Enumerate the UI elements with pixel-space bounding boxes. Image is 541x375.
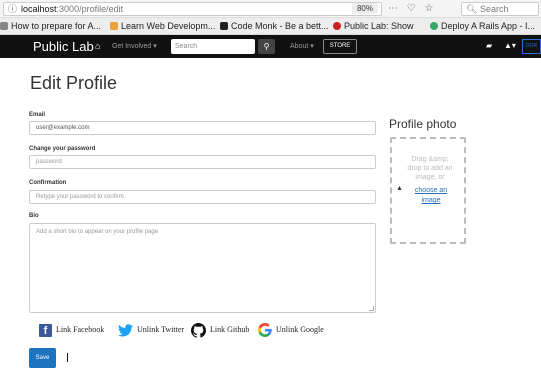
site-search-button[interactable]: ⚲ xyxy=(258,39,275,54)
page-title: Edit Profile xyxy=(30,73,118,93)
page-actions: ⋯ ♡ ☆ xyxy=(388,2,437,15)
about-menu[interactable]: About ▾ xyxy=(290,41,314,52)
bookmark-item[interactable]: Learn Web Developm... xyxy=(110,18,215,34)
home-icon[interactable]: ⌂ xyxy=(95,39,100,53)
get-involved-menu[interactable]: Get Involved ▾ xyxy=(112,41,157,52)
pocket-icon[interactable]: ♡ xyxy=(407,3,419,14)
bookmark-label: How to prepare for A... xyxy=(11,21,102,31)
url-host: localhost xyxy=(21,4,57,14)
url-bar[interactable]: ⓘ localhost:3000/profile/edit xyxy=(3,2,382,16)
info-icon[interactable]: ⓘ xyxy=(8,4,17,14)
google-link[interactable]: Unlink Google xyxy=(258,322,324,338)
password-field[interactable]: password xyxy=(29,155,376,169)
browser-search-input[interactable]: 🔍︎ Search xyxy=(461,2,539,16)
github-icon xyxy=(191,322,206,338)
github-label: Link Github xyxy=(210,325,250,334)
bookmark-page-icon xyxy=(110,22,118,30)
bookmark-page-icon xyxy=(0,22,8,30)
email-field[interactable]: user@example.com xyxy=(29,121,376,135)
email-label: Email xyxy=(29,112,46,118)
text-cursor xyxy=(67,353,68,362)
google-icon xyxy=(258,323,272,338)
bio-label: Bio xyxy=(29,213,39,219)
store-button[interactable]: STORE xyxy=(323,39,357,54)
more-actions-icon[interactable]: ⋯ xyxy=(388,3,401,14)
facebook-link[interactable]: f Link Facebook xyxy=(39,322,104,338)
upload-icon: ▲ xyxy=(396,185,403,192)
bookmark-label: Public Lab: Show xyxy=(344,21,414,31)
browser-search-placeholder: Search xyxy=(479,4,509,14)
bookmark-page-icon xyxy=(220,22,228,30)
bio-placeholder: Add a short bio to appear on your profil… xyxy=(36,229,159,235)
github-link[interactable]: Link Github xyxy=(191,322,249,338)
site-search-input[interactable] xyxy=(171,39,255,54)
photo-dropzone[interactable]: Drag &amp; drop to add an image, or ▲ ch… xyxy=(390,137,466,244)
search-icon: ⚲ xyxy=(263,42,270,51)
search-icon: 🔍︎ xyxy=(466,4,478,14)
bookmark-page-icon xyxy=(430,22,438,30)
confirmation-field[interactable]: Retype your password to confirm xyxy=(29,190,376,204)
bookmark-label: Learn Web Developm... xyxy=(121,21,216,31)
bookmark-label: Code Monk - Be a bett... xyxy=(231,21,329,31)
save-button[interactable]: Save xyxy=(29,348,56,368)
bookmark-label: Deploy A Rails App - I... xyxy=(441,21,536,31)
twitter-label: Unlink Twitter xyxy=(137,325,185,334)
bookmark-star-icon[interactable]: ☆ xyxy=(425,3,437,14)
bookmark-item[interactable]: Deploy A Rails App - I... xyxy=(430,18,535,34)
bookmark-page-icon xyxy=(333,22,341,30)
bookmark-item[interactable]: Public Lab: Show xyxy=(333,18,414,34)
resize-handle[interactable] xyxy=(369,306,374,311)
google-label: Unlink Google xyxy=(276,325,324,334)
url-path: :3000/profile/edit xyxy=(56,4,124,14)
bio-textarea[interactable]: Add a short bio to appear on your profil… xyxy=(29,223,376,313)
bookmarks-bar: How to prepare for A... Learn Web Develo… xyxy=(0,18,541,35)
twitter-link[interactable]: Unlink Twitter xyxy=(118,322,184,338)
dashboard-button[interactable]: DOR xyxy=(522,39,541,54)
user-menu-icon[interactable]: ▲▾ xyxy=(504,40,516,52)
chat-icon[interactable]: ▰ xyxy=(486,40,492,52)
choose-image-link[interactable]: choose an image xyxy=(410,186,452,206)
twitter-icon xyxy=(118,323,133,337)
confirmation-label: Confirmation xyxy=(29,180,67,186)
zoom-indicator[interactable]: 80% xyxy=(352,3,378,14)
brand-link[interactable]: Public Lab xyxy=(33,38,94,55)
password-label: Change your password xyxy=(29,146,96,152)
facebook-label: Link Facebook xyxy=(56,325,105,334)
profile-photo-heading: Profile photo xyxy=(389,117,457,131)
bookmark-item[interactable]: How to prepare for A... xyxy=(0,18,101,34)
browser-toolbar: ⓘ localhost:3000/profile/edit 80% ⋯ ♡ ☆ 🔍… xyxy=(0,0,541,18)
site-navbar: Public Lab ⌂ Get Involved ▾ ⚲ About ▾ ST… xyxy=(0,35,541,58)
dropzone-text: Drag &amp; drop to add an image, or xyxy=(407,156,453,181)
facebook-icon: f xyxy=(39,323,52,337)
bookmark-item[interactable]: Code Monk - Be a bett... xyxy=(220,18,329,34)
